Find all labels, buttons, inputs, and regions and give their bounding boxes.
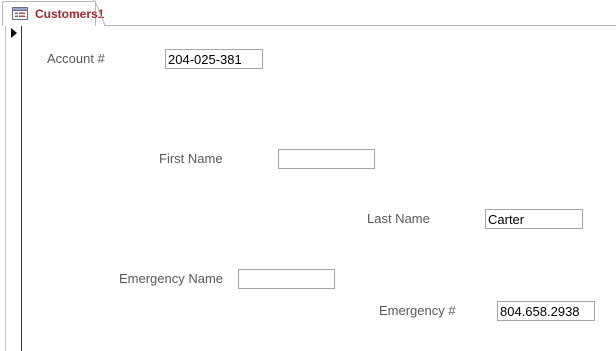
account-label: Account # [47,51,105,66]
account-field[interactable]: 204-025-381 [165,49,263,69]
record-selector[interactable] [0,26,21,351]
tab-edge [92,0,106,26]
tab-customers1[interactable]: Customers1 [2,1,104,26]
form-icon [12,7,28,20]
emergency-name-field[interactable] [238,269,335,289]
first-name-field[interactable] [278,149,375,169]
emergency-phone-field[interactable]: 804.658.2938 [497,301,595,321]
last-name-field[interactable]: Carter [485,209,583,229]
record-selector-border [21,26,22,351]
record-selector-edge [5,26,6,351]
current-record-arrow-icon [11,28,17,38]
tab-strip-divider [104,25,616,26]
document-tab-strip: Customers1 [0,0,616,26]
last-name-label: Last Name [367,211,430,226]
emergency-name-label: Emergency Name [119,271,224,286]
access-form-window: Customers1 Account # 204-025-381 First N… [0,0,616,351]
first-name-label: First Name [159,151,223,166]
emergency-phone-label: Emergency # [379,303,456,318]
